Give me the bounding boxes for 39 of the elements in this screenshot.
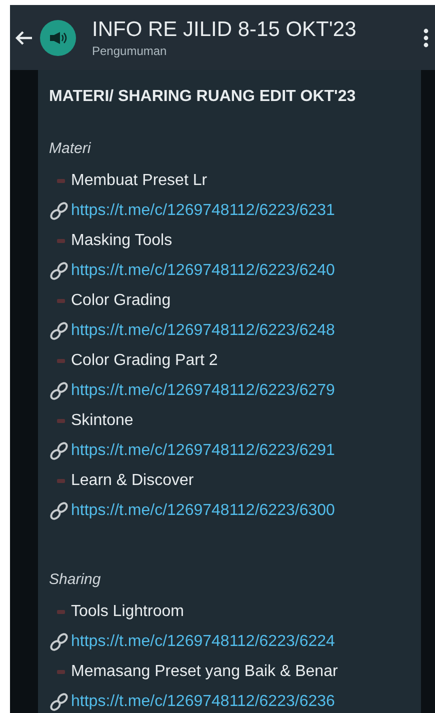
link-icon	[49, 321, 69, 341]
dash-icon	[57, 359, 65, 363]
dash-icon	[57, 239, 65, 243]
dash-icon	[57, 299, 65, 303]
dash-icon	[57, 179, 65, 183]
dash-icon	[57, 419, 65, 423]
item-label: Tools Lightroom	[71, 603, 184, 621]
message-link[interactable]: https://t.me/c/1269748112/6223/6279	[71, 382, 335, 400]
item-label: Color Grading	[71, 292, 171, 310]
dash-icon	[57, 670, 65, 674]
link-icon	[49, 381, 69, 401]
section-heading: Materi	[49, 139, 92, 159]
message-link[interactable]: https://t.me/c/1269748112/6223/6240	[71, 262, 335, 280]
message-link[interactable]: https://t.me/c/1269748112/6223/6248	[71, 322, 335, 340]
message-link[interactable]: https://t.me/c/1269748112/6223/6300	[71, 502, 335, 520]
item-label: Skintone	[71, 412, 134, 430]
channel-subtitle: Pengumuman	[92, 44, 168, 58]
dash-icon	[57, 610, 65, 614]
message-link[interactable]: https://t.me/c/1269748112/6223/6291	[71, 442, 335, 460]
message-title: MATERI/ SHARING RUANG EDIT OKT'23	[49, 88, 357, 106]
link-icon	[49, 441, 69, 461]
item-label: Memasang Preset yang Baik & Benar	[71, 663, 338, 681]
dash-icon	[57, 479, 65, 483]
item-label: Color Grading Part 2	[71, 352, 218, 370]
menu-icon[interactable]	[423, 28, 429, 48]
link-icon	[49, 261, 69, 281]
item-label: Masking Tools	[71, 232, 172, 250]
channel-title: INFO RE JILID 8-15 OKT'23	[92, 18, 358, 42]
section-heading: Sharing	[49, 570, 102, 590]
link-icon	[49, 501, 69, 521]
link-icon	[49, 201, 69, 221]
message-link[interactable]: https://t.me/c/1269748112/6223/6224	[71, 633, 335, 651]
link-icon	[49, 692, 69, 712]
item-label: Membuat Preset Lr	[71, 172, 208, 190]
message-link[interactable]: https://t.me/c/1269748112/6223/6236	[71, 693, 335, 711]
item-label: Learn & Discover	[71, 472, 194, 490]
link-icon	[49, 632, 69, 652]
message-link[interactable]: https://t.me/c/1269748112/6223/6231	[71, 202, 335, 220]
channel-avatar[interactable]	[40, 20, 76, 56]
